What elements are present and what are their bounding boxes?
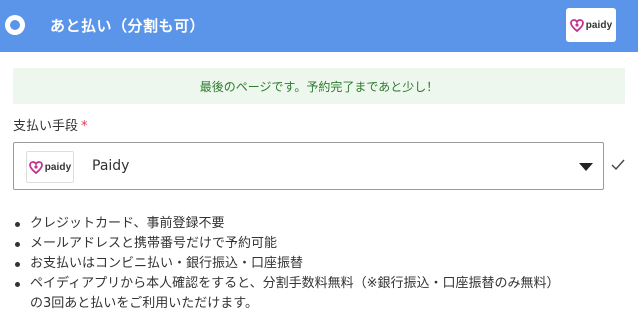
list-item: ペイディアプリから本人確認をすると、分割手数料無料（※銀行振込・口座振替のみ無料… (13, 274, 559, 314)
list-item: メールアドレスと携帯番号だけで予約可能 (13, 234, 559, 254)
list-item-line-2: の3回あと払いをご利用いただけます。 (30, 296, 258, 311)
selected-payment-value: Paidy (92, 158, 130, 174)
payment-method-label-text: 支払い手段 (13, 119, 79, 134)
paidy-logo-icon: paidy (28, 160, 72, 174)
header-paidy-logo: paidy (566, 8, 616, 42)
radio-selected-icon[interactable] (5, 15, 25, 35)
list-item-line-1: ペイディアプリから本人確認をすると、分割手数料無料（※銀行振込・口座振替のみ無料… (30, 276, 560, 291)
list-item: クレジットカード、事前登録不要 (13, 214, 559, 234)
paidy-mark-icon (569, 18, 584, 32)
check-icon (611, 159, 625, 171)
paidy-wordmark: paidy (44, 161, 72, 173)
paidy-wordmark: paidy (585, 19, 613, 31)
payment-option-title: あと払い（分割も可） (50, 17, 206, 35)
payment-option-header[interactable]: あと払い（分割も可） paidy (0, 0, 638, 52)
list-item: お支払いはコンビニ払い・銀行振込・口座振替 (13, 254, 559, 274)
paidy-logo-icon: paidy (569, 18, 613, 32)
notice-text: 最後のページです。予約完了まであと少し！ (199, 79, 439, 94)
payment-method-label: 支払い手段 * (13, 115, 88, 134)
paidy-mark-icon (28, 160, 43, 174)
payment-method-select[interactable]: paidy Paidy (13, 142, 604, 190)
caret-down-icon[interactable] (579, 163, 593, 171)
payment-features-list: クレジットカード、事前登録不要 メールアドレスと携帯番号だけで予約可能 お支払い… (13, 214, 559, 314)
required-mark: * (81, 119, 88, 134)
select-paidy-logo: paidy (26, 151, 74, 183)
notice-banner: 最後のページです。予約完了まであと少し！ (13, 68, 625, 104)
